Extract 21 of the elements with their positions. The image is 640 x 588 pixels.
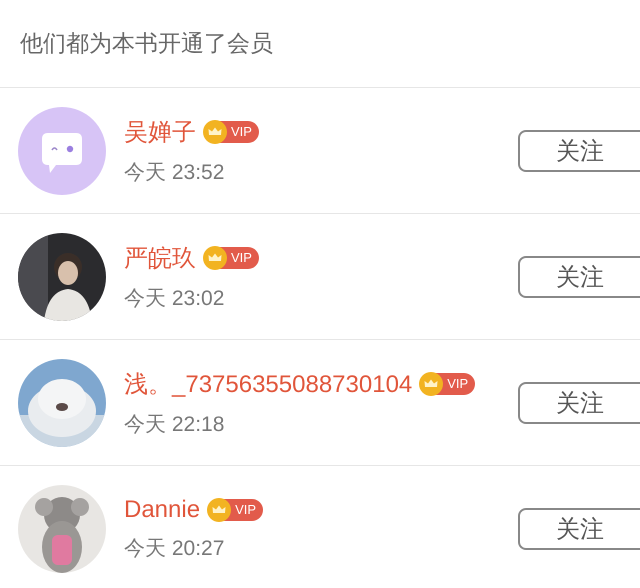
member-time: 今天 23:02 xyxy=(124,286,226,312)
follow-button[interactable]: 关注 xyxy=(518,382,640,424)
crown-icon xyxy=(419,372,444,396)
crown-icon xyxy=(203,120,227,144)
section-title: 他们都为本书开通了会员 xyxy=(0,0,640,88)
member-name[interactable]: 严皖玖 xyxy=(124,242,196,274)
vip-badge: VIP xyxy=(420,372,476,394)
member-name[interactable]: 浅。_73756355088730104 xyxy=(124,368,412,400)
member-time: 今天 22:18 xyxy=(124,412,226,438)
follow-button[interactable]: 关注 xyxy=(518,256,640,298)
member-time: 今天 20:27 xyxy=(124,536,226,562)
member-name[interactable]: Dannie xyxy=(124,496,200,524)
crown-icon xyxy=(207,498,232,522)
crown-icon xyxy=(203,246,227,270)
member-name[interactable]: 吴婵子 xyxy=(124,116,196,148)
vip-badge: VIP xyxy=(208,498,264,520)
vip-badge: VIP xyxy=(204,120,259,142)
member-time: 今天 23:52 xyxy=(124,160,226,186)
follow-button[interactable]: 关注 xyxy=(518,130,640,172)
vip-badge: VIP xyxy=(204,246,259,268)
follow-button[interactable]: 关注 xyxy=(518,508,640,550)
